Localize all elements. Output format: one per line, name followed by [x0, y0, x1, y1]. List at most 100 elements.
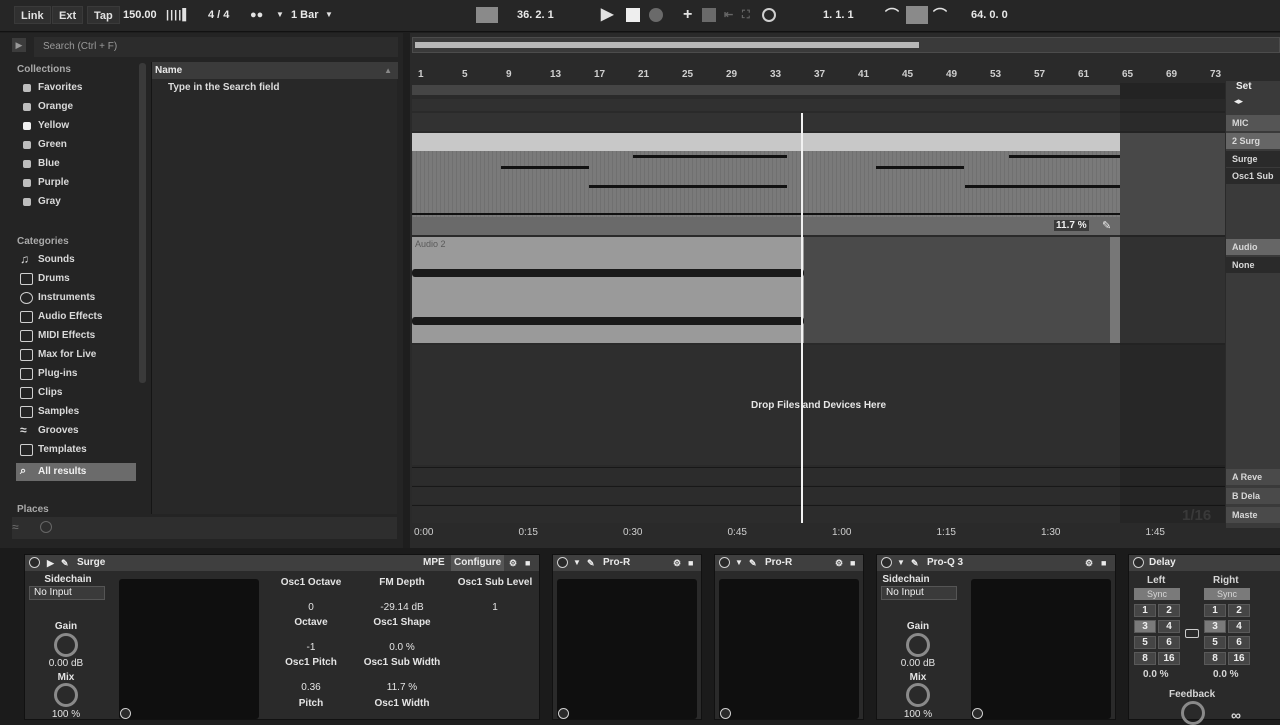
collection-yellow[interactable]: Yellow [16, 117, 136, 135]
save-icon[interactable]: ■ [688, 555, 693, 571]
arrow-left-icon[interactable]: ◂▸ [1234, 96, 1243, 107]
sidebar-scrollbar[interactable] [139, 63, 146, 383]
follow-icon[interactable] [476, 7, 498, 23]
nudge-icon[interactable]: ||||▌ [166, 6, 191, 24]
category-sounds[interactable]: ♫ Sounds [16, 251, 136, 269]
right-sync-button[interactable]: Sync [1204, 588, 1250, 600]
power-icon[interactable] [881, 557, 892, 568]
overdub-icon[interactable] [702, 8, 716, 22]
param-value[interactable]: 0.36 [266, 682, 356, 693]
collection-green[interactable]: Green [16, 136, 136, 154]
beat-button[interactable]: 1 [1204, 604, 1226, 617]
midi-note[interactable] [876, 166, 964, 169]
param-value[interactable]: 0 [266, 602, 356, 613]
category-max-for-live[interactable]: Max for Live [16, 346, 136, 364]
freeze-icon[interactable]: ∞ [1231, 707, 1241, 723]
pro-r-header[interactable]: ▼ ✎ Pro-R ⚙ ■ [553, 555, 701, 571]
wrench-icon[interactable]: ✎ [61, 555, 69, 571]
preview-icon[interactable] [40, 521, 52, 533]
metronome-icon[interactable]: ●● [250, 6, 263, 24]
plugin-display[interactable] [719, 579, 859, 719]
beat-button[interactable]: 6 [1228, 636, 1250, 649]
play-icon[interactable]: ▶ [47, 555, 54, 571]
beat-button[interactable]: 16 [1158, 652, 1180, 665]
track-header-master[interactable]: Maste [1226, 507, 1280, 523]
gain-knob[interactable] [54, 633, 78, 657]
wrench-icon[interactable]: ✎ [587, 555, 595, 571]
mix-value[interactable]: 100 % [21, 709, 111, 720]
stop-icon[interactable] [626, 8, 640, 22]
audio-clip-end[interactable] [1110, 237, 1120, 343]
parameter-chooser[interactable]: Osc1 Sub [1226, 168, 1280, 184]
link-icon[interactable] [1185, 629, 1199, 638]
midi-note[interactable] [1009, 155, 1120, 158]
category-samples[interactable]: Samples [16, 403, 136, 421]
add-icon[interactable]: + [683, 6, 692, 24]
category-grooves[interactable]: ≈ Grooves [16, 422, 136, 440]
wrench-icon[interactable]: ✎ [749, 555, 757, 571]
delay-header[interactable]: Delay [1129, 555, 1280, 571]
quantize-menu[interactable]: 1 Bar [291, 6, 319, 24]
beat-button[interactable]: 1 [1134, 604, 1156, 617]
power-icon[interactable] [1133, 557, 1144, 568]
loop-brace[interactable] [412, 85, 1120, 95]
loop-length[interactable]: 64. 0. 0 [971, 6, 1008, 24]
collection-orange[interactable]: Orange [16, 98, 136, 116]
collection-favorites[interactable]: Favorites [16, 79, 136, 97]
punch-out-icon[interactable]: ⌒ [933, 6, 947, 24]
left-offset-value[interactable]: 0.0 % [1143, 669, 1169, 680]
playhead[interactable] [801, 113, 803, 523]
capture-icon[interactable]: ⛶ [742, 6, 750, 24]
beat-button[interactable]: 4 [1228, 620, 1250, 633]
midi-note[interactable] [501, 166, 589, 169]
wrench-icon[interactable]: ✎ [911, 555, 919, 571]
beat-button[interactable]: 2 [1228, 604, 1250, 617]
pro-r-header[interactable]: ▼ ✎ Pro-R ⚙ ■ [715, 555, 863, 571]
tempo-field[interactable]: 150.00 [123, 6, 157, 24]
audio-clip-muted-region[interactable] [804, 237, 1110, 343]
settings-icon[interactable]: ⚙ [673, 555, 681, 571]
expand-icon[interactable] [120, 708, 131, 719]
configure-button[interactable]: Configure [451, 555, 505, 571]
param-value[interactable]: 0.0 % [357, 642, 447, 653]
beat-button[interactable]: 5 [1204, 636, 1226, 649]
save-icon[interactable]: ■ [1101, 555, 1106, 571]
category-templates[interactable]: Templates [16, 441, 136, 459]
back-to-arrangement-icon[interactable]: ⇤ [724, 6, 733, 24]
mix-value[interactable]: 100 % [873, 709, 963, 720]
beat-button[interactable]: 5 [1134, 636, 1156, 649]
chevron-down-icon[interactable]: ▼ [573, 555, 581, 571]
track-header-surge[interactable]: 2 Surg [1226, 133, 1280, 149]
left-sync-button[interactable]: Sync [1134, 588, 1180, 600]
drop-area[interactable]: Drop Files and Devices Here [412, 345, 1225, 465]
settings-icon[interactable]: ⚙ [1085, 555, 1093, 571]
pro-q3-header[interactable]: ▼ ✎ Pro-Q 3 ⚙ ■ [877, 555, 1115, 571]
beat-button[interactable]: 8 [1134, 652, 1156, 665]
mix-knob[interactable] [906, 683, 930, 707]
ext-button[interactable]: Ext [52, 6, 84, 24]
category-all-results[interactable]: ⌕ All results [16, 463, 136, 481]
chevron-down-icon[interactable]: ▼ [735, 555, 743, 571]
collection-blue[interactable]: Blue [16, 155, 136, 173]
input-chooser[interactable]: None [1226, 257, 1280, 273]
audio-clip[interactable]: Audio 2 [412, 237, 804, 343]
chevron-down-icon[interactable]: ▼ [897, 555, 905, 571]
power-icon[interactable] [29, 557, 40, 568]
tap-button[interactable]: Tap [87, 6, 120, 24]
arrangement-overview[interactable] [412, 37, 1280, 53]
plugin-display[interactable] [971, 579, 1111, 719]
collection-purple[interactable]: Purple [16, 174, 136, 192]
track-header-return-b[interactable]: B Dela [1226, 488, 1280, 504]
expand-icon[interactable] [972, 708, 983, 719]
loop-icon[interactable] [906, 6, 928, 24]
sidechain-input-select[interactable]: No Input [29, 586, 105, 600]
link-button[interactable]: Link [14, 6, 51, 24]
search-input[interactable]: Search (Ctrl + F) [34, 37, 398, 57]
device-chooser[interactable]: Surge [1226, 151, 1280, 167]
arrangement-position[interactable]: 36. 2. 1 [517, 6, 554, 24]
category-instruments[interactable]: Instruments [16, 289, 136, 307]
gain-value[interactable]: 0.00 dB [873, 658, 963, 669]
sidechain-input-select[interactable]: No Input [881, 586, 957, 600]
mix-knob[interactable] [54, 683, 78, 707]
midi-note[interactable] [633, 155, 787, 158]
